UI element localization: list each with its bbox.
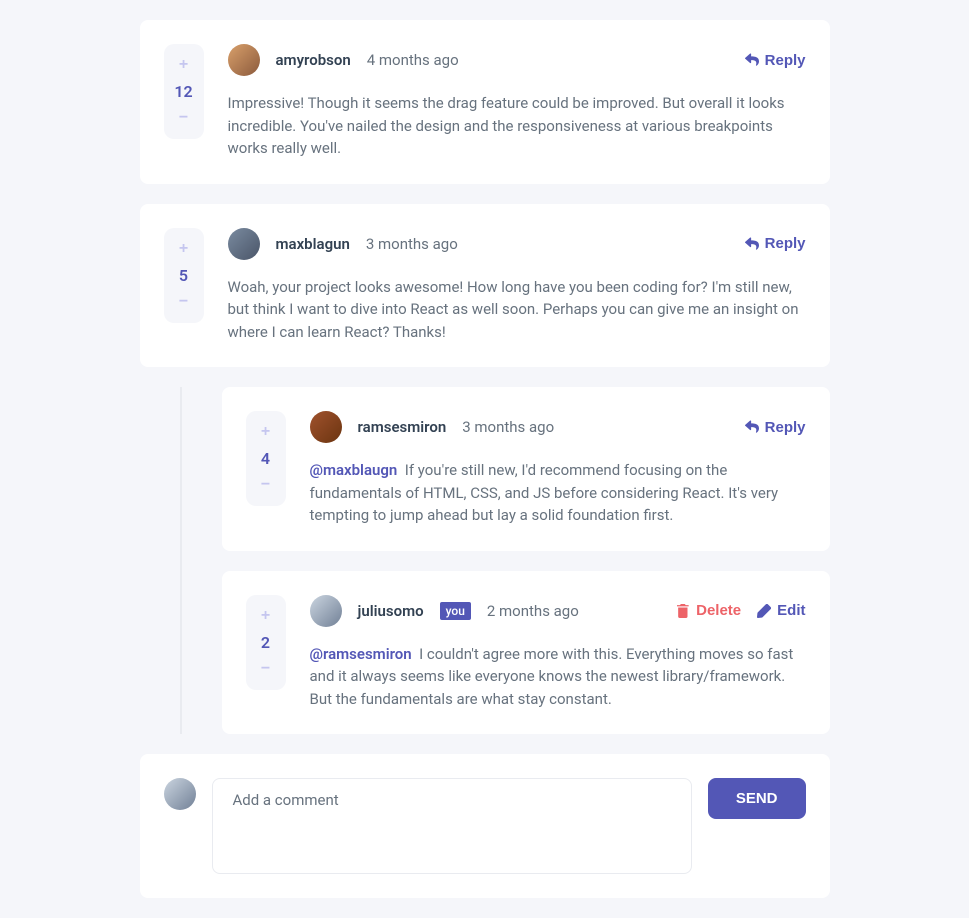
reply-button[interactable]: Reply (745, 419, 806, 436)
reply-label: Reply (765, 52, 806, 69)
mention: @maxblaugn (310, 461, 398, 479)
timestamp: 4 months ago (367, 51, 459, 69)
comment-header: amyrobson 4 months ago Reply (228, 44, 806, 76)
score-box: + 2 − (246, 595, 286, 690)
username: maxblagun (276, 235, 350, 253)
send-button[interactable]: SEND (708, 778, 806, 819)
comment-header: juliusomo you 2 months ago Delete Edit (310, 595, 806, 627)
downvote-button[interactable]: − (253, 472, 278, 498)
reply-label: Reply (765, 419, 806, 436)
comment-input[interactable] (212, 778, 692, 874)
reply-icon (745, 237, 759, 251)
score-value: 12 (174, 78, 192, 105)
username: juliusomo (358, 602, 424, 620)
reply-label: Reply (765, 235, 806, 252)
score-value: 2 (261, 629, 270, 656)
comment-body: amyrobson 4 months ago Reply Impressive!… (228, 44, 806, 160)
upvote-button[interactable]: + (171, 52, 196, 78)
downvote-button[interactable]: − (253, 656, 278, 682)
edit-button[interactable]: Edit (757, 602, 805, 619)
avatar (228, 44, 260, 76)
downvote-button[interactable]: − (171, 289, 196, 315)
score-value: 5 (179, 262, 188, 289)
reply-icon (745, 420, 759, 434)
comment-body: ramsesmiron 3 months ago Reply @maxblaug… (310, 411, 806, 527)
header-actions: Reply (745, 235, 806, 252)
delete-label: Delete (696, 602, 741, 619)
avatar (310, 595, 342, 627)
delete-icon (676, 604, 690, 618)
reply-icon (745, 53, 759, 67)
comment-body: juliusomo you 2 months ago Delete Edit (310, 595, 806, 711)
score-box: + 4 − (246, 411, 286, 506)
delete-button[interactable]: Delete (676, 602, 741, 619)
edit-label: Edit (777, 602, 805, 619)
comment-content: Woah, your project looks awesome! How lo… (228, 276, 806, 344)
comment-card: + 12 − amyrobson 4 months ago Reply Impr… (140, 20, 830, 184)
upvote-button[interactable]: + (253, 419, 278, 445)
comment-content: @ramsesmiron I couldn't agree more with … (310, 643, 806, 711)
header-actions: Reply (745, 52, 806, 69)
timestamp: 3 months ago (462, 418, 554, 436)
you-badge: you (440, 602, 471, 620)
comment-content: @maxblaugn If you're still new, I'd reco… (310, 459, 806, 527)
comment-content: Impressive! Though it seems the drag fea… (228, 92, 806, 160)
reply-button[interactable]: Reply (745, 235, 806, 252)
upvote-button[interactable]: + (253, 603, 278, 629)
edit-icon (757, 604, 771, 618)
comment-body: maxblagun 3 months ago Reply Woah, your … (228, 228, 806, 344)
score-value: 4 (261, 445, 270, 472)
upvote-button[interactable]: + (171, 236, 196, 262)
current-user-avatar (164, 778, 196, 810)
downvote-button[interactable]: − (171, 105, 196, 131)
reply-button[interactable]: Reply (745, 52, 806, 69)
timestamp: 2 months ago (487, 602, 579, 620)
header-actions: Reply (745, 419, 806, 436)
avatar (228, 228, 260, 260)
mention: @ramsesmiron (310, 645, 412, 663)
header-actions: Delete Edit (676, 602, 805, 619)
comment-header: ramsesmiron 3 months ago Reply (310, 411, 806, 443)
reply-card: + 4 − ramsesmiron 3 months ago Reply (222, 387, 830, 551)
timestamp: 3 months ago (366, 235, 458, 253)
add-comment-form: SEND (140, 754, 830, 898)
comment-header: maxblagun 3 months ago Reply (228, 228, 806, 260)
replies-wrapper: + 4 − ramsesmiron 3 months ago Reply (180, 387, 830, 734)
username: amyrobson (276, 51, 351, 69)
score-box: + 5 − (164, 228, 204, 323)
reply-card: + 2 − juliusomo you 2 months ago Delete (222, 571, 830, 735)
score-box: + 12 − (164, 44, 204, 139)
comment-card: + 5 − maxblagun 3 months ago Reply Woah,… (140, 204, 830, 368)
avatar (310, 411, 342, 443)
comments-container: + 12 − amyrobson 4 months ago Reply Impr… (120, 20, 850, 898)
username: ramsesmiron (358, 418, 447, 436)
